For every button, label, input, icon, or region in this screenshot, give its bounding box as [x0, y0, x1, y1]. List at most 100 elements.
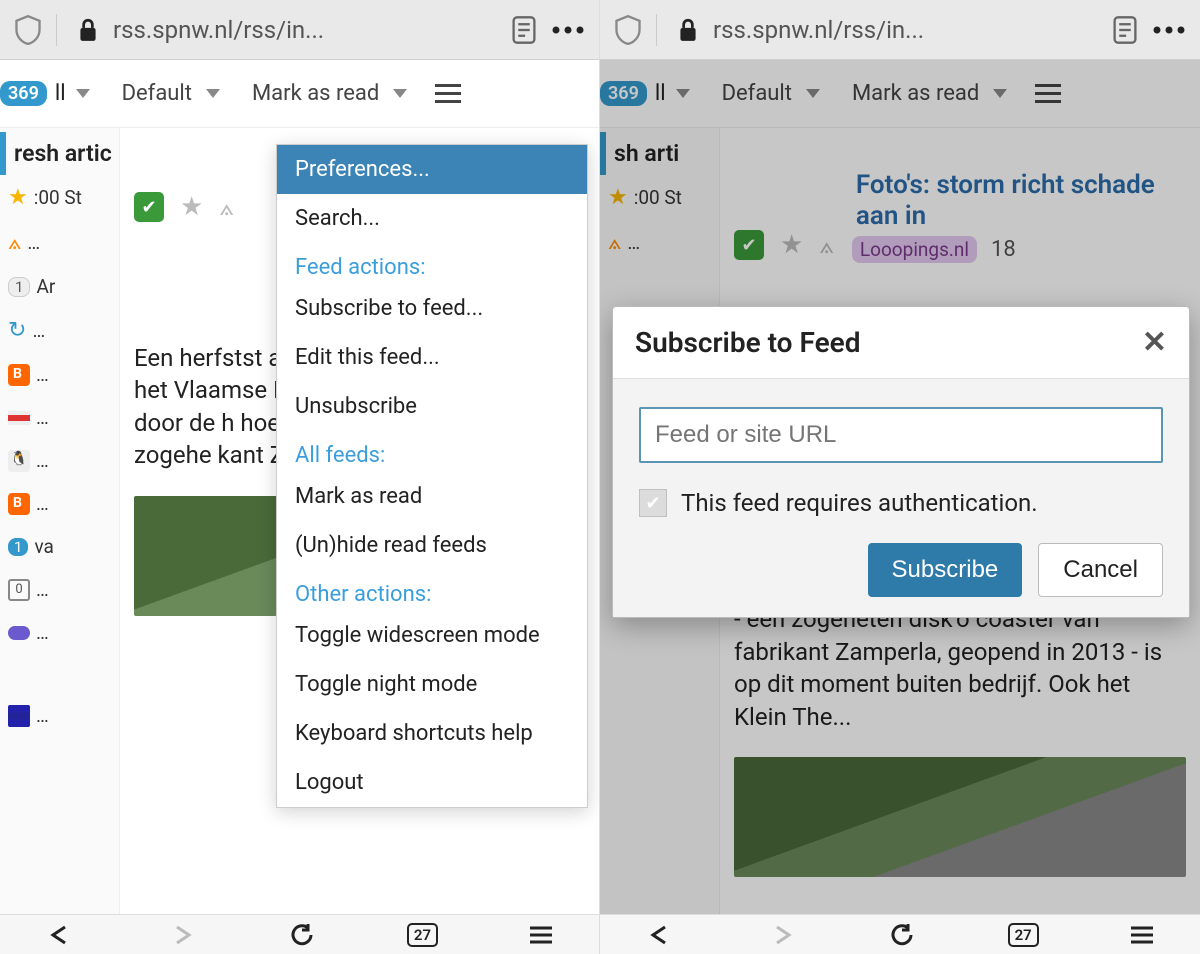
browser-address-bar: rss.spnw.nl/rss/in...: [0, 0, 599, 60]
count-badge: 1: [8, 538, 28, 556]
address-divider: [56, 14, 57, 46]
sidebar-item-starred[interactable]: ★ :00 St: [0, 175, 119, 220]
sort-dropdown[interactable]: Default: [122, 81, 220, 106]
chevron-down-icon: [393, 89, 407, 98]
flag-icon: [8, 411, 30, 425]
reader-mode-icon[interactable]: [1112, 15, 1138, 45]
mark-read-check-icon[interactable]: ✔: [134, 192, 164, 222]
browser-menu-icon[interactable]: [528, 925, 554, 945]
tabs-icon[interactable]: 27: [1008, 923, 1039, 947]
sidebar-item-history[interactable]: ↻ …: [0, 308, 119, 353]
auth-checkbox-row: ✔ This feed requires authentication.: [639, 489, 1163, 517]
sidebar-item-label: va: [34, 535, 53, 558]
hamburger-menu-icon[interactable]: [435, 84, 461, 103]
tabs-icon[interactable]: 27: [407, 923, 438, 947]
feed-url-input[interactable]: [639, 407, 1163, 463]
sidebar-item-label: …: [36, 363, 49, 386]
sidebar-item-label: …: [36, 406, 49, 429]
browser-menu-icon[interactable]: [551, 25, 585, 35]
sidebar-item-feed[interactable]: ⟑ …: [0, 220, 119, 265]
auth-checkbox[interactable]: ✔: [639, 489, 667, 517]
reload-icon[interactable]: [889, 922, 917, 948]
sidebar-item-label: Ar: [36, 275, 55, 298]
menu-item-mark-read[interactable]: Mark as read: [277, 472, 587, 521]
browser-address-bar: rss.spnw.nl/rss/in...: [600, 0, 1200, 60]
feed-filter-label: ll: [55, 81, 66, 106]
reader-mode-icon[interactable]: [511, 15, 537, 45]
box-icon: 0: [8, 579, 30, 601]
subscribe-button[interactable]: Subscribe: [868, 543, 1023, 597]
browser-menu-icon[interactable]: [1152, 25, 1186, 35]
mark-read-dropdown[interactable]: Mark as read: [252, 81, 407, 106]
sidebar-item-vartaa[interactable]: 1 va: [0, 525, 119, 568]
sidebar-item-blogger2[interactable]: …: [0, 482, 119, 525]
sidebar: resh artic ★ :00 St ⟑ … 1 Ar ↻ …: [0, 128, 120, 914]
main-menu-dropdown: Preferences... Search... Feed actions: S…: [276, 144, 588, 808]
back-icon[interactable]: [645, 923, 677, 947]
url-text[interactable]: rss.spnw.nl/rss/in...: [713, 16, 1098, 44]
reload-icon[interactable]: [289, 922, 317, 948]
menu-section-all-feeds: All feeds:: [277, 431, 587, 472]
linux-icon: [8, 450, 30, 472]
sidebar-item-zero[interactable]: 0 …: [0, 568, 119, 611]
menu-item-unsubscribe[interactable]: Unsubscribe: [277, 382, 587, 431]
sidebar-item-fresh[interactable]: resh artic: [0, 132, 119, 175]
cancel-button[interactable]: Cancel: [1038, 543, 1163, 597]
right-pane: rss.spnw.nl/rss/in... 369 ll Default Mar…: [600, 0, 1200, 954]
back-icon[interactable]: [45, 923, 77, 947]
url-text[interactable]: rss.spnw.nl/rss/in...: [113, 16, 497, 44]
chevron-down-icon[interactable]: [76, 89, 90, 98]
sidebar-item-tux[interactable]: …: [0, 439, 119, 482]
modal-title: Subscribe to Feed: [635, 326, 860, 359]
sidebar-item-blogger[interactable]: …: [0, 353, 119, 396]
menu-item-night[interactable]: Toggle night mode: [277, 660, 587, 709]
menu-item-logout[interactable]: Logout: [277, 758, 587, 807]
browser-bottom-nav: 27: [0, 914, 599, 954]
sidebar-item-label: …: [36, 492, 49, 515]
left-pane: rss.spnw.nl/rss/in... 369 ll Default Mar…: [0, 0, 600, 954]
forward-icon[interactable]: [167, 923, 199, 947]
sidebar-item-label: …: [36, 704, 49, 727]
sidebar-item-label: …: [36, 578, 49, 601]
close-icon[interactable]: ✕: [1142, 325, 1167, 360]
sidebar-item-feed2[interactable]: …: [0, 396, 119, 439]
menu-item-widescreen[interactable]: Toggle widescreen mode: [277, 611, 587, 660]
star-icon: ★: [8, 185, 28, 210]
star-icon[interactable]: ★: [180, 192, 203, 222]
menu-item-unhide[interactable]: (Un)hide read feeds: [277, 521, 587, 570]
lock-icon[interactable]: [677, 17, 699, 43]
menu-item-shortcuts[interactable]: Keyboard shortcuts help: [277, 709, 587, 758]
forward-icon[interactable]: [767, 923, 799, 947]
cloud-icon: [8, 626, 30, 640]
rss-icon: ⟑: [8, 230, 21, 255]
sidebar-item-label: …: [36, 449, 49, 472]
auth-checkbox-label: This feed requires authentication.: [681, 489, 1038, 517]
browser-bottom-nav: 27: [600, 914, 1200, 954]
menu-item-preferences[interactable]: Preferences...: [277, 145, 587, 194]
menu-item-subscribe[interactable]: Subscribe to feed...: [277, 284, 587, 333]
bars-icon: [8, 705, 30, 727]
lock-icon[interactable]: [77, 17, 99, 43]
blogger-icon: [8, 493, 30, 515]
sidebar-item-cloud[interactable]: …: [0, 611, 119, 654]
rss-icon[interactable]: ⟑: [219, 193, 234, 221]
mark-read-label: Mark as read: [252, 81, 379, 106]
subscribe-modal: Subscribe to Feed ✕ ✔ This feed requires…: [612, 306, 1190, 618]
menu-section-feed-actions: Feed actions:: [277, 243, 587, 284]
sort-label: Default: [122, 81, 192, 106]
sidebar-item-bars[interactable]: …: [0, 694, 119, 737]
count-badge: 1: [8, 277, 30, 297]
sidebar-item-archived[interactable]: 1 Ar: [0, 265, 119, 308]
unread-count-badge[interactable]: 369: [0, 81, 47, 106]
menu-item-edit-feed[interactable]: Edit this feed...: [277, 333, 587, 382]
shield-icon[interactable]: [614, 15, 642, 45]
sidebar-item-label: …: [27, 231, 40, 254]
app-toolbar: 369 ll Default Mark as read: [0, 60, 599, 128]
menu-section-other: Other actions:: [277, 570, 587, 611]
blogger-icon: [8, 364, 30, 386]
address-divider: [656, 14, 657, 46]
chevron-down-icon: [206, 89, 220, 98]
shield-icon[interactable]: [14, 15, 42, 45]
menu-item-search[interactable]: Search...: [277, 194, 587, 243]
browser-menu-icon[interactable]: [1129, 925, 1155, 945]
